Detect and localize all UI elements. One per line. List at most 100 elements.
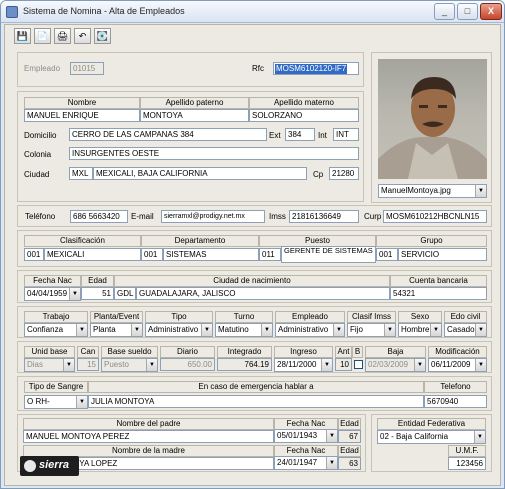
ciudad-nac-code[interactable]: GDL bbox=[114, 287, 136, 300]
turno-value: Matutino bbox=[218, 325, 249, 334]
clasif-imss-header: Clasif Imss bbox=[347, 311, 396, 323]
minimize-button[interactable]: _ bbox=[434, 3, 455, 20]
ciudad-field[interactable]: MEXICALI, BAJA CALIFORNIA bbox=[93, 167, 307, 180]
maximize-button[interactable]: □ bbox=[457, 3, 478, 20]
fecha-nac-value: 04/04/1959 bbox=[27, 289, 68, 298]
close-button[interactable]: X bbox=[480, 3, 502, 20]
photo-filename: ManuelMontoya.jpg bbox=[381, 186, 451, 195]
departamento-code[interactable]: 001 bbox=[141, 248, 163, 261]
baja-checkbox[interactable] bbox=[354, 360, 363, 369]
integrado-field[interactable]: 764.19 bbox=[217, 358, 272, 371]
contacto-group: Teléfono 686 5663420 E-mail sierramxl@pr… bbox=[17, 205, 492, 227]
edit-icon[interactable]: 📄 bbox=[34, 28, 51, 44]
base-select[interactable]: Puesto ▼ bbox=[101, 358, 158, 372]
padre-fecha-picker[interactable]: 05/01/1943 ▼ bbox=[274, 429, 338, 443]
telefono-field[interactable]: 686 5663420 bbox=[70, 210, 128, 223]
chevron-down-icon: ▼ bbox=[475, 359, 486, 371]
cp-field[interactable]: 21280 bbox=[329, 167, 359, 180]
main-window: Sistema de Nomina - Alta de Empleados _ … bbox=[0, 0, 505, 489]
save-icon[interactable]: 💾 bbox=[14, 28, 31, 44]
clasificacion-code[interactable]: 001 bbox=[24, 248, 44, 261]
ingreso-picker[interactable]: 28/11/2000 ▼ bbox=[274, 358, 333, 372]
madre-fecha-picker[interactable]: 24/01/1947 ▼ bbox=[274, 456, 338, 470]
nombre-header: Nombre bbox=[24, 97, 140, 109]
ant-field[interactable]: 10 bbox=[335, 358, 352, 371]
planta-header: Planta/Event bbox=[90, 311, 143, 323]
trabajo-header: Trabajo bbox=[24, 311, 88, 323]
turno-select[interactable]: Matutino ▼ bbox=[215, 323, 273, 337]
title-bar[interactable]: Sistema de Nomina - Alta de Empleados _ … bbox=[1, 1, 504, 23]
chevron-down-icon: ▼ bbox=[414, 359, 425, 371]
disk-icon[interactable]: 💽 bbox=[94, 28, 111, 44]
edad-header: Edad bbox=[81, 275, 114, 287]
email-field[interactable]: sierramxl@prodigy.net.mx bbox=[161, 210, 265, 223]
sangre-select[interactable]: O RH- ▼ bbox=[24, 395, 88, 409]
paterno-field[interactable]: MONTOYA bbox=[140, 109, 249, 122]
entidad-select[interactable]: 02 - Baja California ▼ bbox=[377, 430, 486, 444]
undo-icon[interactable]: ↶ bbox=[74, 28, 91, 44]
tipo-select[interactable]: Administrativo ▼ bbox=[145, 323, 213, 337]
clasif-imss-value: Fijo bbox=[350, 325, 363, 334]
print-icon[interactable]: 🖨 bbox=[54, 28, 71, 44]
chevron-down-icon: ▼ bbox=[76, 324, 87, 336]
baja-picker[interactable]: 02/03/2009 ▼ bbox=[365, 358, 426, 372]
ciudad-nac-field[interactable]: GUADALAJARA, JALISCO bbox=[136, 287, 390, 300]
unidad-select[interactable]: Dias ▼ bbox=[24, 358, 75, 372]
fecha-nac-picker[interactable]: 04/04/1959 ▼ bbox=[24, 287, 81, 301]
sexo-value: Hombre bbox=[401, 325, 430, 334]
grupo-header: Grupo bbox=[376, 235, 487, 247]
domicilio-field[interactable]: CERRO DE LAS CAMPANAS 384 bbox=[69, 128, 267, 141]
civil-header: Edo civil bbox=[444, 311, 487, 323]
sexo-select[interactable]: Hombre ▼ bbox=[398, 323, 442, 337]
empleado-field[interactable]: 01015 bbox=[70, 62, 104, 75]
sexo-header: Sexo bbox=[398, 311, 442, 323]
empleado-tipo-select[interactable]: Administrativo ▼ bbox=[275, 323, 345, 337]
edad-field[interactable]: 51 bbox=[81, 287, 114, 300]
telefono-emergencia-field[interactable]: 5670940 bbox=[424, 395, 487, 408]
baja-header: Baja bbox=[365, 346, 426, 358]
int-field[interactable]: INT bbox=[333, 128, 359, 141]
nombre-field[interactable]: MANUEL ENRIQUE bbox=[24, 109, 140, 122]
contacto-emergencia-header: En caso de emergencia hablar a bbox=[88, 381, 424, 393]
planta-select[interactable]: Planta ▼ bbox=[90, 323, 143, 337]
padre-field[interactable]: MANUEL MONTOYA PEREZ bbox=[23, 430, 274, 443]
departamento-field[interactable]: SISTEMAS bbox=[163, 248, 259, 261]
photo-select[interactable]: ManuelMontoya.jpg ▼ bbox=[378, 184, 487, 198]
federativa-group: Entidad Federativa 02 - Baja California ▼… bbox=[371, 414, 492, 472]
cuenta-header: Cuenta bancaria bbox=[390, 275, 487, 287]
chevron-down-icon: ▼ bbox=[76, 396, 87, 408]
curp-field[interactable]: MOSM610212HBCNLN15 bbox=[383, 210, 487, 223]
base-header: Base sueldo bbox=[101, 346, 158, 358]
umf-field[interactable]: 123456 bbox=[448, 457, 486, 470]
modificacion-picker[interactable]: 06/11/2009 ▼ bbox=[428, 358, 487, 372]
portrait-image bbox=[378, 77, 487, 179]
diario-field[interactable]: 650.00 bbox=[160, 358, 215, 371]
ext-field[interactable]: 384 bbox=[285, 128, 315, 141]
rfc-field[interactable]: MOSM6102120-IF7 bbox=[273, 62, 359, 75]
cuenta-field[interactable]: 54321 bbox=[390, 287, 487, 300]
ciudad-code-field[interactable]: MXL bbox=[69, 167, 93, 180]
materno-field[interactable]: SOLORZANO bbox=[249, 109, 359, 122]
clasif-imss-select[interactable]: Fijo ▼ bbox=[347, 323, 396, 337]
integrado-header: Integrado bbox=[217, 346, 272, 358]
colonia-field[interactable]: INSURGENTES OESTE bbox=[69, 147, 359, 160]
sierra-logo: sierra bbox=[20, 456, 79, 476]
trabajo-select[interactable]: Confianza ▼ bbox=[24, 323, 88, 337]
sueldo-group: Unid base Can Base sueldo Diario Integra… bbox=[17, 341, 492, 373]
photo-group: ManuelMontoya.jpg ▼ bbox=[371, 52, 492, 203]
grupo-field[interactable]: SERVICIO bbox=[398, 248, 487, 261]
puesto-field[interactable]: GERENTE DE SISTEMAS bbox=[281, 246, 376, 263]
puesto-code[interactable]: 011 bbox=[259, 248, 281, 261]
civil-select[interactable]: Casado ▼ bbox=[444, 323, 487, 337]
madre-edad-field[interactable]: 63 bbox=[338, 457, 361, 470]
clasificacion-field[interactable]: MEXICALI bbox=[44, 248, 141, 261]
grupo-code[interactable]: 001 bbox=[376, 248, 398, 261]
can-header: Can bbox=[77, 346, 99, 358]
entidad-header: Entidad Federativa bbox=[377, 418, 486, 430]
contacto-emergencia-field[interactable]: JULIA MONTOYA bbox=[88, 395, 424, 408]
can-field[interactable]: 15 bbox=[77, 358, 99, 371]
padre-header: Nombre del padre bbox=[23, 418, 274, 430]
imss-field[interactable]: 21816136649 bbox=[289, 210, 359, 223]
padre-edad-field[interactable]: 67 bbox=[338, 430, 361, 443]
empleado-group: Empleado 01015 Rfc MOSM6102120-IF7 bbox=[17, 52, 364, 87]
